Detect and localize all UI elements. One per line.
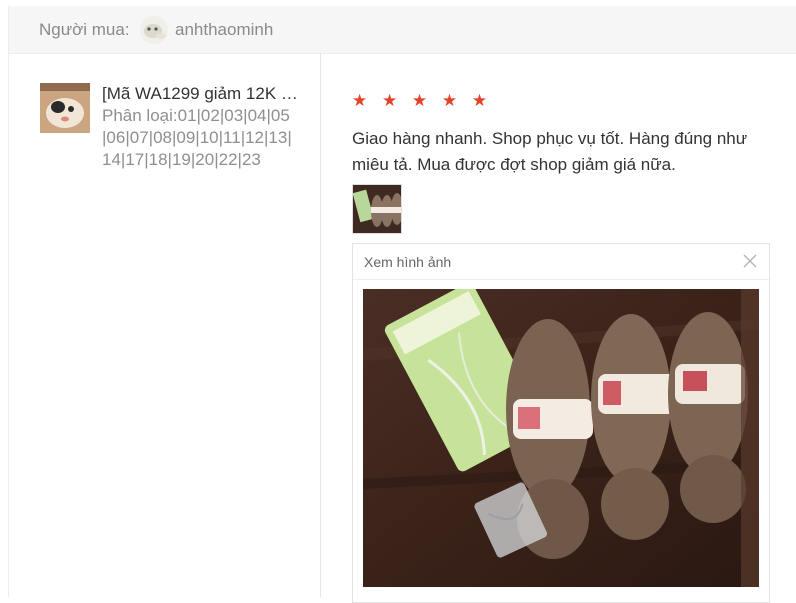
rating-stars: ★ ★ ★ ★ ★ bbox=[352, 91, 493, 110]
image-viewer-header: Xem hình ảnh bbox=[353, 244, 769, 280]
close-icon[interactable] bbox=[741, 252, 759, 270]
review-card: Người mua: anhthaominh [Mã WA1299 giảm 1… bbox=[8, 6, 796, 603]
image-viewer: Xem hình ảnh bbox=[352, 243, 770, 603]
review-text: Giao hàng nhanh. Shop phục vụ tốt. Hàng … bbox=[352, 129, 748, 174]
buyer-label: Người mua: bbox=[39, 20, 130, 39]
product-variant: Phân loại:01|02|03|04|05|06|07|08|09|10|… bbox=[102, 106, 292, 169]
product-thumbnail[interactable] bbox=[40, 83, 90, 133]
review-photo-large[interactable] bbox=[363, 289, 759, 587]
column-divider bbox=[320, 53, 321, 597]
avatar[interactable] bbox=[140, 16, 168, 44]
image-viewer-title: Xem hình ảnh bbox=[364, 254, 452, 270]
review-header: Người mua: anhthaominh bbox=[9, 6, 796, 54]
review-photo-thumbnail[interactable] bbox=[352, 184, 402, 234]
product-title[interactable]: [Mã WA1299 giảm 12K đơn 50K] bbox=[102, 83, 302, 105]
buyer-name[interactable]: anhthaominh bbox=[175, 20, 273, 40]
